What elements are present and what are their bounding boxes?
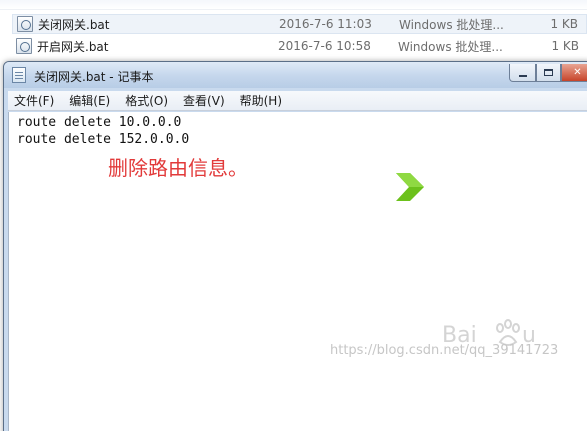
watermark-url: https://blog.csdn.net/qq_39141723 bbox=[330, 343, 559, 358]
menu-bar: 文件(F) 编辑(E) 格式(O) 查看(V) 帮助(H) bbox=[8, 91, 587, 111]
menu-help[interactable]: 帮助(H) bbox=[234, 91, 288, 111]
explorer-file-list: 关闭网关.bat 2016-7-6 11:03 Windows 批处理... 1… bbox=[0, 0, 587, 62]
minimize-icon bbox=[518, 74, 527, 77]
bat-file-icon bbox=[16, 38, 32, 54]
file-date: 2016-7-6 10:58 bbox=[278, 39, 371, 53]
file-name: 开启网关.bat bbox=[37, 39, 109, 54]
file-type: Windows 批处理... bbox=[399, 17, 504, 32]
file-name: 关闭网关.bat bbox=[38, 17, 110, 32]
next-arrow-icon bbox=[396, 173, 424, 201]
close-button[interactable]: ✕ bbox=[561, 64, 587, 82]
file-size: 1 KB bbox=[551, 39, 579, 53]
file-row[interactable]: 开启网关.bat 2016-7-6 10:58 Windows 批处理... 1… bbox=[12, 36, 587, 56]
menu-edit[interactable]: 编辑(E) bbox=[63, 91, 116, 111]
window-title: 关闭网关.bat - 记事本 bbox=[34, 70, 154, 84]
notepad-window: 关闭网关.bat - 记事本 ✕ 文件(F) 编辑(E) 格式(O) 查看(V)… bbox=[3, 61, 587, 431]
bat-file-icon bbox=[17, 16, 33, 32]
file-type: Windows 批处理... bbox=[398, 39, 503, 54]
minimize-button[interactable] bbox=[509, 64, 536, 82]
notepad-icon bbox=[12, 67, 26, 83]
text-editor-area[interactable]: route delete 10.0.0.0 route delete 152.0… bbox=[8, 112, 587, 431]
maximize-icon bbox=[544, 69, 553, 76]
menu-format[interactable]: 格式(O) bbox=[119, 91, 174, 111]
file-size: 1 KB bbox=[550, 17, 578, 31]
close-icon: ✕ bbox=[573, 67, 582, 78]
maximize-button[interactable] bbox=[536, 64, 561, 82]
text-line: route delete 152.0.0.0 bbox=[17, 132, 190, 147]
menu-view[interactable]: 查看(V) bbox=[177, 91, 231, 111]
text-line: route delete 10.0.0.0 bbox=[17, 115, 182, 130]
menu-file[interactable]: 文件(F) bbox=[8, 91, 60, 111]
file-date: 2016-7-6 11:03 bbox=[279, 17, 372, 31]
title-bar[interactable]: 关闭网关.bat - 记事本 ✕ bbox=[4, 62, 587, 88]
file-row[interactable]: 关闭网关.bat 2016-7-6 11:03 Windows 批处理... 1… bbox=[12, 14, 587, 34]
column-header-strip bbox=[0, 0, 587, 10]
annotation-text: 删除路由信息。 bbox=[108, 156, 248, 180]
